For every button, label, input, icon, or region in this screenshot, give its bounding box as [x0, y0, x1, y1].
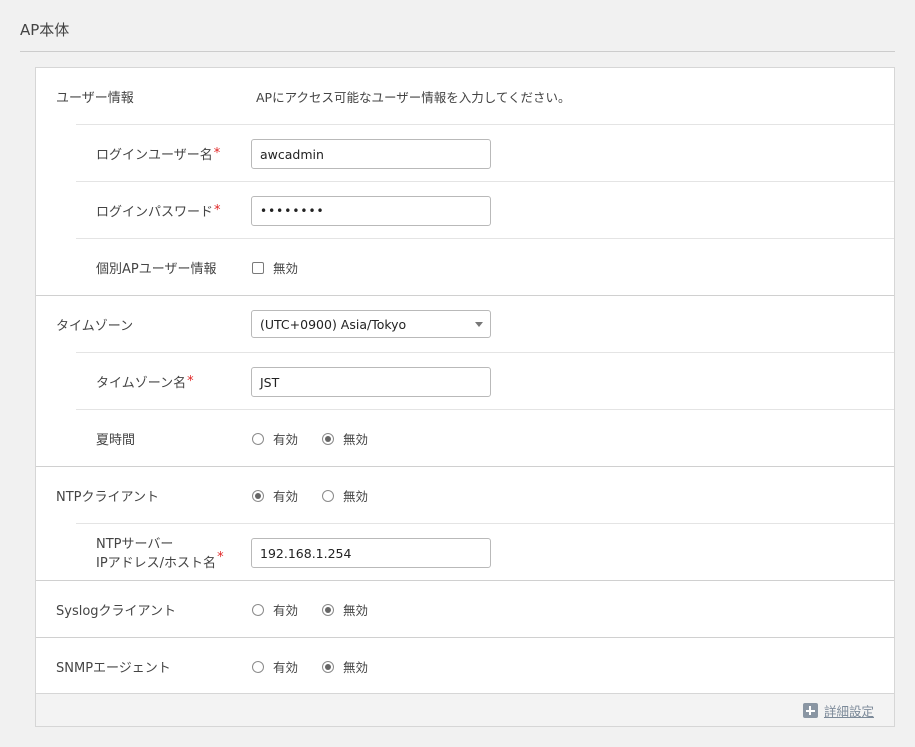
- timezone-label: タイムゾーン: [56, 319, 134, 334]
- page-title: AP本体: [20, 21, 70, 39]
- radio-icon[interactable]: [252, 432, 264, 445]
- dst-disable-radio[interactable]: 無効: [322, 429, 368, 448]
- settings-panel: ユーザー情報 APにアクセス可能なユーザー情報を入力してください。 ログインユー…: [35, 67, 895, 727]
- syslog-disable-radio[interactable]: 無効: [322, 600, 368, 619]
- login-password-input[interactable]: ••••••••: [251, 196, 491, 226]
- checkbox-icon[interactable]: [252, 261, 264, 274]
- radio-icon[interactable]: [252, 603, 264, 616]
- ntp-row: NTPクライアント 有効 無効: [36, 467, 894, 524]
- ntp-server-label: NTPサーバー IPアドレス/ホスト名*: [96, 537, 224, 571]
- timezone-name-input[interactable]: JST: [251, 367, 491, 397]
- required-mark: *: [213, 146, 221, 161]
- snmp-label: SNMPエージェント: [56, 661, 171, 676]
- required-mark: *: [214, 203, 221, 218]
- syslog-label: Syslogクライアント: [56, 604, 177, 619]
- plus-icon: [802, 703, 818, 718]
- advanced-settings-link[interactable]: 詳細設定: [802, 701, 874, 720]
- timezone-name-label: タイムゾーン名 *: [96, 374, 194, 391]
- individual-ap-user-label: 個別APユーザー情報: [96, 262, 217, 277]
- radio-icon[interactable]: [252, 660, 264, 673]
- radio-selected-icon[interactable]: [252, 489, 264, 502]
- user-info-label: ユーザー情報: [56, 91, 134, 106]
- syslog-enable-radio[interactable]: 有効: [252, 600, 298, 619]
- ntp-enable-radio[interactable]: 有効: [252, 486, 298, 505]
- login-user-input[interactable]: awcadmin: [251, 139, 491, 169]
- dst-row: 夏時間 有効 無効: [36, 410, 894, 467]
- timezone-select[interactable]: (UTC+0900) Asia/Tokyo: [251, 310, 491, 338]
- radio-selected-icon[interactable]: [322, 660, 335, 673]
- dst-enable-radio[interactable]: 有効: [252, 429, 298, 448]
- panel-footer: 詳細設定: [36, 693, 894, 726]
- radio-selected-icon[interactable]: [322, 603, 335, 616]
- individual-ap-user-checkbox[interactable]: 無効: [252, 258, 298, 277]
- timezone-name-row: タイムゾーン名 * JST: [76, 353, 894, 410]
- ntp-server-row: NTPサーバー IPアドレス/ホスト名* 192.168.1.254: [36, 524, 894, 581]
- snmp-enable-radio[interactable]: 有効: [252, 657, 298, 676]
- login-password-row: ログインパスワード * ••••••••: [76, 182, 894, 239]
- required-mark: *: [217, 550, 224, 565]
- dropdown-caret-icon: [475, 322, 483, 327]
- individual-ap-user-row: 個別APユーザー情報 無効: [36, 239, 894, 296]
- login-user-row: ログインユーザー名 * awcadmin: [76, 125, 894, 182]
- snmp-row: SNMPエージェント 有効 無効: [36, 638, 894, 695]
- radio-icon[interactable]: [322, 489, 335, 502]
- syslog-row: Syslogクライアント 有効 無効: [36, 581, 894, 638]
- login-password-label: ログインパスワード *: [96, 203, 221, 220]
- user-info-description: APにアクセス可能なユーザー情報を入力してください。: [256, 90, 571, 105]
- ntp-disable-radio[interactable]: 無効: [322, 486, 368, 505]
- ntp-label: NTPクライアント: [56, 490, 159, 505]
- radio-selected-icon[interactable]: [322, 432, 335, 445]
- ntp-server-input[interactable]: 192.168.1.254: [251, 538, 491, 568]
- title-divider: [20, 51, 895, 52]
- timezone-row: タイムゾーン (UTC+0900) Asia/Tokyo: [36, 296, 894, 353]
- user-info-row: ユーザー情報 APにアクセス可能なユーザー情報を入力してください。: [36, 68, 894, 125]
- login-user-label: ログインユーザー名 *: [96, 146, 221, 163]
- required-mark: *: [187, 374, 194, 389]
- dst-label: 夏時間: [96, 433, 136, 448]
- snmp-disable-radio[interactable]: 無効: [322, 657, 368, 676]
